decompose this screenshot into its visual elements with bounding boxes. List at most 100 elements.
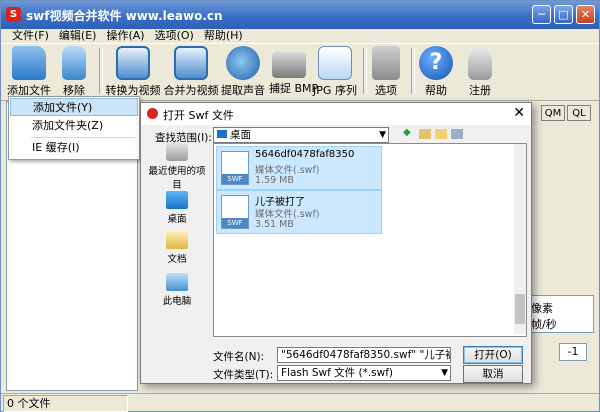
filename-label: 文件名(N): xyxy=(213,351,265,363)
help-button[interactable]: ? 帮助 xyxy=(419,46,453,98)
minimize-button[interactable]: ─ xyxy=(532,5,551,24)
places-bar: 最近使用的项目 桌面 文档 此电脑 xyxy=(145,143,209,333)
file-list[interactable]: SWF 5646df0478faf8350 媒体文件(.swf) 1.59 MB… xyxy=(213,143,527,337)
swf-file-icon: SWF xyxy=(221,151,249,185)
sound-icon xyxy=(226,46,260,80)
place-documents[interactable]: 文档 xyxy=(145,231,209,265)
trash-icon xyxy=(62,46,86,80)
toolbar: 添加文件 移除 转换为视频 合并为视频 提取声音 捕捉 BMP JPG 序列 选… xyxy=(1,43,599,101)
file-name: 5646df0478faf8350 xyxy=(255,149,355,160)
up-folder-icon[interactable] xyxy=(419,129,431,139)
file-item[interactable]: SWF 儿子被打了 媒体文件(.swf) 3.51 MB xyxy=(216,190,382,234)
merge-video-label: 合并为视频 xyxy=(163,84,219,97)
file-size: 1.59 MB xyxy=(255,175,294,186)
computer-icon xyxy=(166,273,188,291)
menu-edit[interactable]: 编辑(E) xyxy=(54,25,102,43)
close-button[interactable]: ✕ xyxy=(576,5,595,24)
file-type: 媒体文件(.swf) xyxy=(255,165,320,176)
menu-bar: 文件(F) 编辑(E) 操作(A) 选项(O) 帮助(H) xyxy=(1,25,600,43)
view-menu-icon[interactable] xyxy=(451,129,463,139)
look-in-value: 桌面 xyxy=(230,129,251,141)
recent-icon xyxy=(166,143,188,161)
pixel-label: 像素 xyxy=(531,302,553,315)
file-size: 3.51 MB xyxy=(255,219,294,230)
folder-icon xyxy=(12,46,46,80)
menu-action[interactable]: 操作(A) xyxy=(101,25,149,43)
key-icon xyxy=(468,46,492,80)
file-item[interactable]: SWF 5646df0478faf8350 媒体文件(.swf) 1.59 MB xyxy=(216,146,382,190)
chevron-down-icon: ▼ xyxy=(441,368,448,378)
window-title: swf视频合并软件 www.leawo.cn xyxy=(26,9,223,23)
menu-file[interactable]: 文件(F) xyxy=(7,25,54,43)
extract-sound-label: 提取声音 xyxy=(221,84,265,97)
jpg-sequence-label: JPG 序列 xyxy=(313,84,357,97)
remove-button[interactable]: 移除 xyxy=(57,46,91,98)
filetype-label: 文件类型(T): xyxy=(213,369,274,381)
place-recent-label: 最近使用的项目 xyxy=(148,166,206,191)
place-this-pc[interactable]: 此电脑 xyxy=(145,273,209,307)
menu-item-ie-cache[interactable]: IE 缓存(I) xyxy=(10,139,138,157)
toolbar-separator xyxy=(411,48,415,94)
menu-help[interactable]: 帮助(H) xyxy=(199,25,248,43)
swf-badge: SWF xyxy=(222,218,248,228)
place-recent[interactable]: 最近使用的项目 xyxy=(145,143,209,191)
capture-bmp-button[interactable]: 捕捉 BMP xyxy=(269,46,318,96)
status-bar: 0 个文件 xyxy=(1,393,599,412)
cancel-button[interactable]: 取消 xyxy=(463,365,523,383)
scrollbar-thumb[interactable] xyxy=(515,294,525,324)
look-in-select[interactable]: 桌面 ▼ xyxy=(213,127,389,143)
menu-options[interactable]: 选项(O) xyxy=(150,25,199,43)
back-icon[interactable]: ◆ xyxy=(403,127,415,138)
maximize-button[interactable]: □ xyxy=(554,5,573,24)
register-label: 注册 xyxy=(469,84,491,97)
filename-value: "5646df0478faf8350.swf" "儿子被打了.swf" xyxy=(281,349,450,361)
file-type: 媒体文件(.swf) xyxy=(255,209,320,220)
filename-input[interactable]: "5646df0478faf8350.swf" "儿子被打了.swf" xyxy=(277,347,451,363)
help-icon: ? xyxy=(419,46,453,80)
image-sequence-icon xyxy=(318,46,352,80)
fps-label: 帧/秒 xyxy=(531,318,557,331)
add-file-popup-menu: 添加文件(Y) 添加文件夹(Z) IE 缓存(I) xyxy=(8,96,140,160)
file-count-status: 0 个文件 xyxy=(3,395,128,412)
offset-value-field[interactable]: -1 xyxy=(559,343,587,361)
new-folder-icon[interactable] xyxy=(435,129,447,139)
menu-item-add-folder[interactable]: 添加文件夹(Z) xyxy=(10,117,138,135)
toolbar-separator xyxy=(363,48,367,94)
place-desktop-label: 桌面 xyxy=(167,214,187,225)
jpg-sequence-button[interactable]: JPG 序列 xyxy=(313,46,357,98)
camera-icon xyxy=(272,52,306,78)
merge-video-button[interactable]: 合并为视频 xyxy=(163,46,219,98)
vertical-scrollbar[interactable] xyxy=(514,144,526,334)
documents-icon xyxy=(166,231,188,249)
ql-button[interactable]: QL xyxy=(567,105,591,121)
swf-badge: SWF xyxy=(222,174,248,184)
capture-bmp-label: 捕捉 BMP xyxy=(269,82,319,95)
dialog-title-bar[interactable]: 打开 Swf 文件 ✕ xyxy=(141,103,531,125)
dialog-title: 打开 Swf 文件 xyxy=(163,109,234,122)
options-label: 选项 xyxy=(375,84,397,97)
place-this-pc-label: 此电脑 xyxy=(162,296,192,307)
merge-video-icon xyxy=(174,46,208,80)
app-icon: S xyxy=(6,7,21,22)
place-documents-label: 文档 xyxy=(167,254,187,265)
tools-icon xyxy=(372,46,400,80)
desktop-small-icon xyxy=(217,130,227,138)
options-button[interactable]: 选项 xyxy=(369,46,403,98)
convert-video-icon xyxy=(116,46,150,80)
filetype-value: Flash Swf 文件 (*.swf) xyxy=(281,367,394,379)
add-file-button[interactable]: 添加文件 xyxy=(7,46,51,98)
menu-separator xyxy=(31,137,135,138)
swf-file-icon: SWF xyxy=(221,195,249,229)
convert-video-button[interactable]: 转换为视频 xyxy=(105,46,161,98)
dialog-close-button[interactable]: ✕ xyxy=(513,105,525,121)
output-settings-box: 像素 帧/秒 xyxy=(528,295,594,333)
open-button[interactable]: 打开(O) xyxy=(463,346,523,364)
register-button[interactable]: 注册 xyxy=(463,46,497,98)
qm-button[interactable]: QM xyxy=(541,105,565,121)
place-desktop[interactable]: 桌面 xyxy=(145,191,209,225)
filetype-select[interactable]: Flash Swf 文件 (*.swf) ▼ xyxy=(277,365,451,381)
help-label: 帮助 xyxy=(425,84,447,97)
desktop-icon xyxy=(166,191,188,209)
menu-item-add-file[interactable]: 添加文件(Y) xyxy=(10,98,138,116)
extract-sound-button[interactable]: 提取声音 xyxy=(221,46,265,98)
